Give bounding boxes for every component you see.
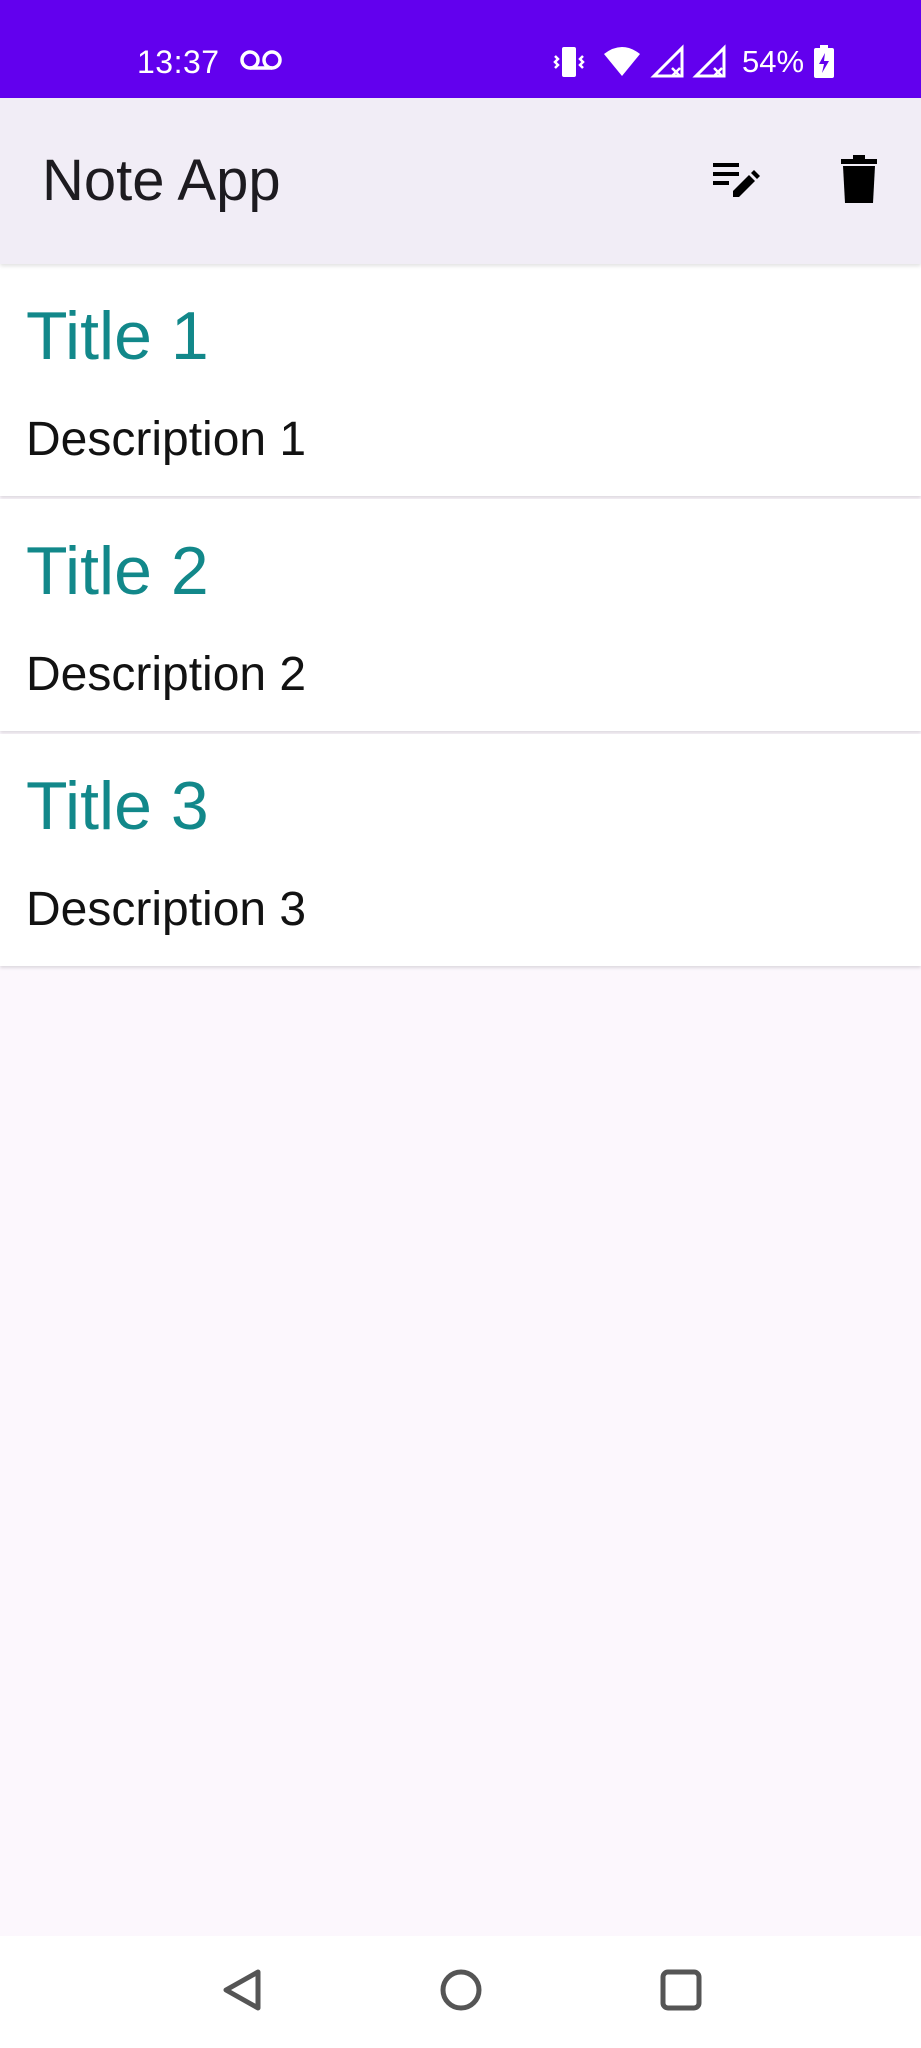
status-time: 13:37: [137, 44, 220, 80]
note-description: Description 3: [26, 883, 307, 936]
home-button[interactable]: [427, 1958, 495, 2026]
battery-charging-icon: [812, 44, 836, 80]
wifi-icon: [602, 44, 642, 80]
back-icon: [220, 1966, 264, 2019]
edit-list-icon: [711, 157, 761, 206]
back-button[interactable]: [208, 1958, 276, 2026]
app-bar: Note App: [0, 98, 921, 264]
navigation-bar: [0, 1936, 921, 2048]
note-item[interactable]: Title 2 Description 2: [0, 499, 921, 731]
battery-percent: 54%: [742, 44, 805, 79]
status-icons: 54%: [552, 42, 836, 82]
voicemail-icon: [240, 48, 282, 72]
note-title: Title 2: [26, 533, 209, 609]
recents-icon: [659, 1968, 703, 2017]
status-bar: 13:37 54%: [0, 0, 921, 98]
note-description: Description 1: [26, 413, 307, 466]
edit-list-button[interactable]: [689, 134, 783, 228]
home-icon: [439, 1968, 483, 2017]
note-description: Description 2: [26, 648, 307, 701]
note-item[interactable]: Title 3 Description 3: [0, 734, 921, 966]
notes-list: Title 1 Description 1 Title 2 Descriptio…: [0, 264, 921, 969]
recents-button[interactable]: [647, 1958, 715, 2026]
signal-no-service-icon: [692, 44, 730, 80]
note-item[interactable]: Title 1 Description 1: [0, 264, 921, 496]
vibrate-icon: [552, 44, 586, 80]
delete-icon: [839, 154, 879, 209]
delete-button[interactable]: [812, 134, 906, 228]
page-title: Note App: [42, 148, 281, 213]
note-title: Title 1: [26, 298, 209, 374]
signal-no-service-icon: [650, 44, 688, 80]
note-title: Title 3: [26, 768, 209, 844]
